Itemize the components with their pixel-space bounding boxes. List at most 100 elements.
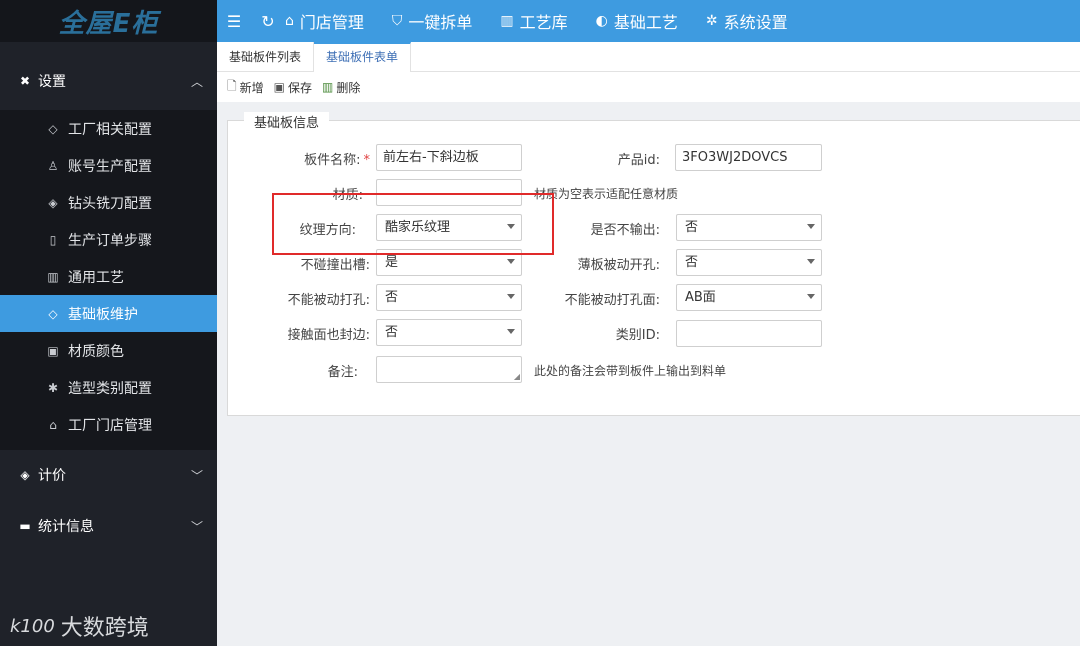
tools-icon: ✖ [19, 74, 31, 88]
save-button-label: 保存 [288, 80, 313, 95]
thin-board-hole-label: 薄板被动开孔: [577, 258, 660, 273]
material-hint: 材质为空表示适配任意材质 [534, 187, 679, 201]
save-button[interactable]: ▣ 保存 [274, 79, 312, 96]
nav-label: 基础工艺 [613, 13, 678, 32]
remark-textarea[interactable]: ◢ [376, 356, 522, 383]
thin-board-hole-select[interactable]: 否 [676, 249, 822, 276]
refresh-icon[interactable]: ↻ [251, 12, 285, 31]
delete-button-label: 删除 [336, 80, 361, 95]
thin-board-hole-value: 否 [685, 255, 699, 270]
dropdown-arrow-icon [807, 294, 815, 299]
sidebar-item-common-craft[interactable]: ▥ 通用工艺 [0, 258, 217, 295]
image-icon: ▣ [47, 343, 59, 358]
settings-submenu: ◇ 工厂相关配置 ♙ 账号生产配置 ◈ 钻头铣刀配置 ▯ 生产订单步骤 ▥ 通用… [0, 110, 217, 450]
dropdown-arrow-icon [807, 259, 815, 264]
palette-icon: ◐ [595, 13, 608, 29]
sidebar-item-factory-config[interactable]: ◇ 工厂相关配置 [0, 110, 217, 147]
tag-icon: ◇ [48, 121, 58, 136]
sidebar-item-account-production[interactable]: ♙ 账号生产配置 [0, 147, 217, 184]
no-passive-hole-face-label: 不能被动打孔面: [564, 293, 660, 308]
nav-label: 工艺库 [519, 13, 568, 32]
library-icon: ▥ [500, 13, 514, 29]
chevron-down-icon: ﹀ [190, 519, 203, 534]
nav-label: 门店管理 [299, 13, 364, 32]
no-passive-hole-value: 否 [385, 290, 399, 305]
gear-icon: ✲ [705, 13, 718, 29]
no-passive-hole-label: 不能被动打孔: [287, 293, 370, 308]
board-name-label-text: 板件名称: [304, 153, 361, 168]
tag-icon: ◇ [48, 306, 58, 321]
no-output-select[interactable]: 否 [676, 214, 822, 241]
menu-toggle-icon[interactable]: ☰ [217, 12, 251, 31]
tab-base-board-form[interactable]: 基础板件表单 [314, 42, 412, 72]
watermark-logo: k100 [10, 615, 55, 637]
no-output-value: 否 [685, 220, 699, 235]
chevron-up-icon: ︿ [190, 74, 203, 89]
resize-grip-icon: ◢ [513, 372, 520, 381]
product-id-input[interactable]: 3FO3WJ2DOVCS [675, 144, 822, 171]
logo-text: 全屋E柜 [58, 8, 159, 39]
sidebar-item-material-color[interactable]: ▣ 材质颜色 [0, 332, 217, 369]
nav-system-settings[interactable]: ✲ 系统设置 [706, 9, 788, 33]
category-id-label: 类别ID: [615, 328, 660, 343]
diamond-icon: ◈ [20, 468, 30, 482]
dropdown-arrow-icon [507, 259, 515, 264]
sidebar-item-label: 材质颜色 [68, 343, 124, 360]
menu-group-stats-label: 统计信息 [38, 519, 94, 535]
watermark: k100 大数跨境 [10, 610, 149, 642]
user-icon: ♙ [47, 158, 59, 173]
home-icon: ⌂ [285, 13, 294, 29]
sidebar-item-base-board[interactable]: ◇ 基础板维护 [0, 295, 217, 332]
home-icon: ⌂ [49, 417, 57, 432]
menu-group-stats[interactable]: ▬ 统计信息 ﹀ [0, 507, 217, 545]
dropdown-arrow-icon [507, 329, 515, 334]
menu-group-settings-label: 设置 [38, 74, 66, 90]
contact-edge-banding-value: 否 [385, 325, 399, 340]
bank-icon: ▥ [47, 269, 59, 284]
monitor-icon: ▬ [19, 519, 31, 533]
top-navbar: ☰ ↻ ⌂ 门店管理 ⛉ 一键拆单 ▥ 工艺库 ◐ 基础工艺 ✲ 系统设置 [217, 0, 1080, 42]
product-id-label: 产品id: [617, 153, 660, 168]
nav-basic-craft[interactable]: ◐ 基础工艺 [596, 9, 678, 33]
menu-group-pricing[interactable]: ◈ 计价 ﹀ [0, 456, 217, 494]
delete-button[interactable]: ▥ 删除 [322, 79, 360, 96]
no-passive-hole-select[interactable]: 否 [376, 284, 522, 311]
sidebar-item-label: 工厂门店管理 [68, 417, 152, 434]
page-tabs: 基础板件列表 基础板件表单 [217, 42, 1080, 72]
required-marker: * [363, 153, 371, 168]
no-collision-slot-value: 是 [385, 255, 399, 270]
sidebar-item-shape-category[interactable]: ✱ 造型类别配置 [0, 369, 217, 406]
fieldset-legend: 基础板信息 [244, 112, 330, 131]
sidebar-item-label: 生产订单步骤 [68, 232, 152, 249]
sidebar-item-label: 造型类别配置 [68, 380, 152, 397]
sidebar-item-order-steps[interactable]: ▯ 生产订单步骤 [0, 221, 217, 258]
new-button[interactable]: 🗋 新增 [227, 77, 264, 98]
sidebar-item-label: 工厂相关配置 [68, 121, 152, 138]
tab-base-board-list[interactable]: 基础板件列表 [217, 42, 315, 72]
category-id-input[interactable] [676, 320, 822, 347]
sidebar-item-factory-store[interactable]: ⌂ 工厂门店管理 [0, 406, 217, 443]
nav-craft-library[interactable]: ▥ 工艺库 [500, 9, 567, 33]
nav-store-management[interactable]: ⌂ 门店管理 [285, 9, 364, 33]
sidebar-item-drill-config[interactable]: ◈ 钻头铣刀配置 [0, 184, 217, 221]
nav-label: 系统设置 [723, 13, 788, 32]
app-logo: 全屋E柜 [0, 0, 217, 42]
dropdown-arrow-icon [507, 294, 515, 299]
board-name-label: 板件名称: * [270, 149, 370, 168]
menu-group-settings[interactable]: ✖ 设置 ︿ [0, 62, 217, 100]
nav-label: 一键拆单 [408, 13, 473, 32]
remark-hint: 此处的备注会带到板件上输出到料单 [534, 364, 727, 378]
sidebar-item-label: 账号生产配置 [68, 158, 152, 175]
annotation-highlight-box [272, 193, 554, 255]
dropdown-arrow-icon [807, 224, 815, 229]
new-button-label: 新增 [239, 80, 264, 95]
file-icon: 🗋 [227, 78, 237, 93]
no-passive-hole-face-select[interactable]: AB面 [676, 284, 822, 311]
nav-one-click-split[interactable]: ⛉ 一键拆单 [392, 9, 473, 33]
trash-icon: ▥ [322, 80, 334, 94]
sidebar-item-label: 通用工艺 [68, 269, 124, 286]
board-name-input[interactable]: 前左右-下斜边板 [376, 144, 522, 171]
form-toolbar: 🗋 新增 ▣ 保存 ▥ 删除 [217, 72, 1080, 102]
contact-edge-banding-select[interactable]: 否 [376, 319, 522, 346]
contact-edge-banding-label: 接触面也封边: [287, 328, 370, 343]
